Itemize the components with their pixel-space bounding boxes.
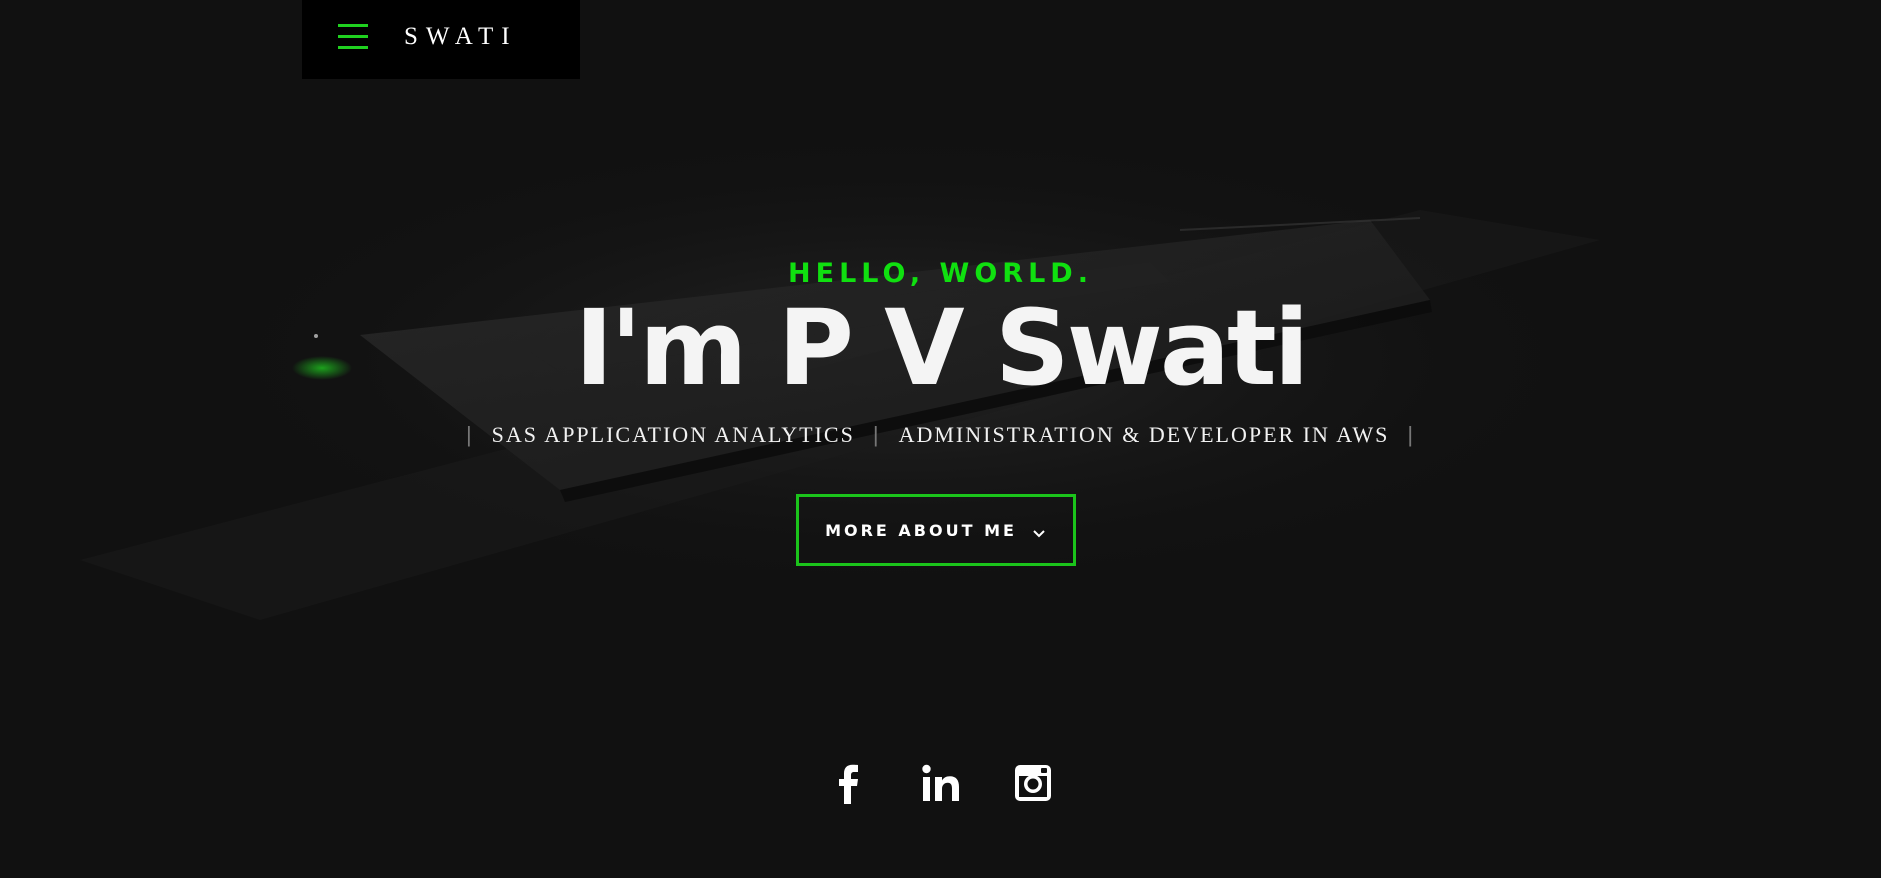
chevron-down-icon bbox=[1031, 523, 1047, 538]
social-links bbox=[0, 762, 1881, 804]
hamburger-menu-icon[interactable] bbox=[338, 24, 368, 50]
header-bar: SWATI bbox=[302, 0, 580, 79]
hero-name: I'm P V Swati bbox=[574, 287, 1310, 409]
menu-line bbox=[338, 46, 368, 49]
role-item: SAS APPLICATION ANALYTICS bbox=[491, 422, 855, 447]
cta-label: MORE ABOUT ME bbox=[825, 520, 1017, 540]
page: SWATI HELLO, WORLD. I'm P V Swati | SAS A… bbox=[0, 0, 1881, 878]
hero-section: HELLO, WORLD. I'm P V Swati | SAS APPLICA… bbox=[0, 0, 1881, 878]
menu-line bbox=[338, 24, 368, 27]
facebook-icon[interactable] bbox=[829, 762, 869, 804]
hero-roles: | SAS APPLICATION ANALYTICS | ADMINISTRATIO… bbox=[0, 420, 1881, 450]
linkedin-icon[interactable] bbox=[921, 762, 961, 804]
instagram-icon[interactable] bbox=[1013, 762, 1053, 804]
menu-line bbox=[338, 35, 368, 38]
more-about-me-button[interactable]: MORE ABOUT ME bbox=[796, 494, 1076, 566]
role-separator: | bbox=[1407, 422, 1416, 447]
role-separator: | bbox=[872, 422, 881, 447]
role-separator: | bbox=[465, 422, 474, 447]
site-logo[interactable]: SWATI bbox=[404, 22, 518, 52]
role-item: ADMINISTRATION & DEVELOPER IN AWS bbox=[898, 422, 1390, 447]
